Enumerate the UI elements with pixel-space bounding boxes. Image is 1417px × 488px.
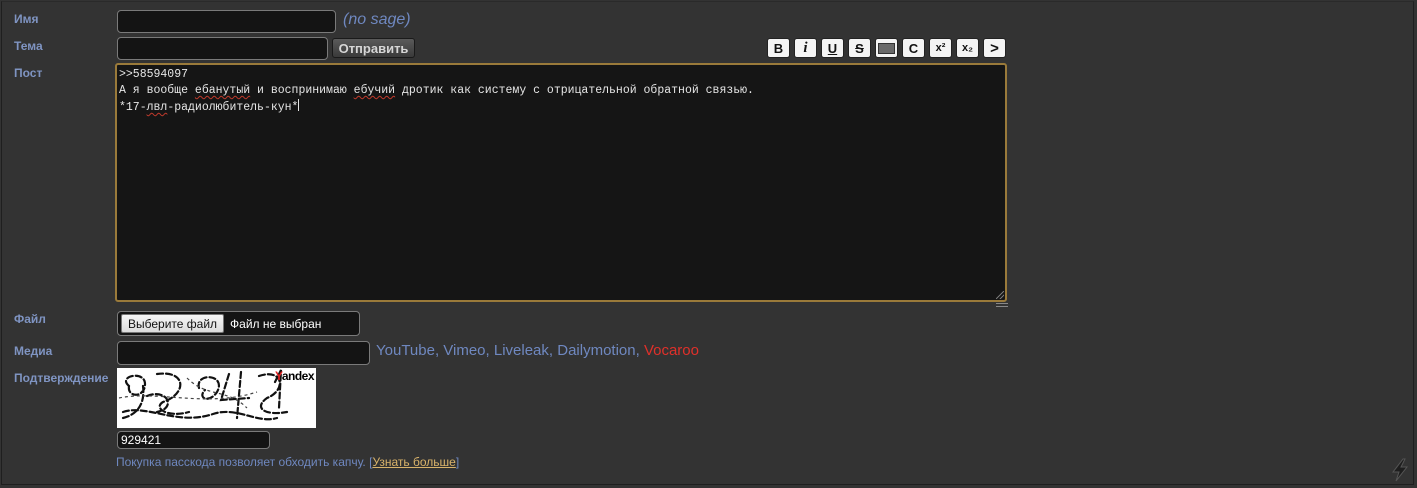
vocaroo-link[interactable]: Vocaroo — [644, 342, 699, 359]
strikethrough-icon: S — [855, 40, 864, 56]
post-text-segment: *17- — [119, 101, 147, 114]
underline-button[interactable]: U — [821, 38, 844, 58]
superscript-icon: x² — [935, 42, 946, 54]
post-text-segment: -радиолюбитель-кун* — [167, 101, 299, 114]
media-label: Медиа — [14, 344, 53, 358]
media-input[interactable] — [117, 341, 370, 365]
post-line: *17-лвл-радиолюбитель-кун* — [119, 99, 1003, 116]
send-button[interactable]: Отправить — [332, 38, 415, 58]
spoiler-icon — [878, 42, 895, 54]
superscript-button[interactable]: x² — [929, 38, 952, 58]
text-caret — [298, 99, 300, 111]
media-services-list: YouTube, Vimeo, Liveleak, Dailymotion, — [376, 342, 640, 359]
italic-icon: i — [803, 39, 808, 56]
file-status: Файл не выбран — [230, 316, 322, 331]
passcode-note-bracket: ] — [455, 455, 460, 469]
yandex-logo-y: Y — [274, 369, 282, 383]
post-line: >>58594097 — [119, 67, 1003, 83]
post-text-segment: и воспринимаю — [250, 84, 354, 97]
resize-handle[interactable] — [996, 303, 1008, 307]
learn-more-link[interactable]: Узнать больше — [372, 455, 455, 469]
bold-button[interactable]: B — [767, 38, 790, 58]
underline-icon: U — [827, 40, 838, 56]
name-input[interactable] — [117, 10, 336, 33]
name-label: Имя — [14, 12, 39, 26]
passcode-note-text: Покупка пасскода позволяет обходить капч… — [116, 455, 373, 469]
post-line: А я вообще ебанутый и воспринимаю ебучий… — [119, 83, 1003, 99]
quote-icon: > — [990, 39, 999, 57]
misspelled-word: лвл — [146, 101, 168, 114]
quote-button[interactable]: > — [983, 38, 1006, 58]
captcha-input[interactable] — [117, 431, 270, 449]
resize-grip-icon[interactable] — [996, 291, 1004, 299]
bold-icon: B — [773, 40, 784, 56]
italic-button[interactable]: i — [794, 38, 817, 58]
misspelled-word: ебучий — [353, 84, 396, 97]
captcha-brand: Yandex — [274, 369, 315, 383]
code-icon: C — [908, 40, 919, 56]
post-label: Пост — [14, 66, 43, 80]
strike-button[interactable]: S — [848, 38, 871, 58]
misspelled-word: ебанутый — [194, 84, 251, 97]
post-textarea[interactable]: >>58594097 А я вообще ебанутый и восприн… — [115, 63, 1007, 302]
choose-file-button[interactable]: Выберите файл — [121, 314, 225, 333]
post-text-segment: дротик как систему с отрицательной обрат… — [395, 84, 754, 97]
reply-link-text: >>58594097 — [119, 68, 189, 81]
spoiler-button[interactable] — [875, 38, 898, 58]
file-input[interactable]: Выберите файл Файл не выбран — [117, 311, 360, 336]
code-button[interactable]: C — [902, 38, 925, 58]
captcha-label: Подтверждение — [14, 371, 109, 385]
file-label: Файл — [14, 312, 46, 326]
subscript-button[interactable]: x₂ — [956, 38, 979, 58]
subject-input[interactable] — [117, 37, 328, 60]
captcha-image[interactable]: Yandex — [117, 368, 316, 428]
yandex-logo-text: andex — [281, 369, 315, 383]
markup-toolbar: B i U S C x² x₂ > — [767, 38, 1006, 58]
subject-label: Тема — [14, 39, 43, 53]
passcode-note: Покупка пасскода позволяет обходить капч… — [116, 455, 459, 469]
lightning-icon[interactable] — [1390, 458, 1410, 482]
post-text-segment: А я вообще — [119, 84, 195, 97]
media-services: YouTube, Vimeo, Liveleak, Dailymotion, V… — [376, 342, 699, 359]
subscript-icon: x₂ — [961, 42, 973, 54]
no-sage-hint: (no sage) — [343, 11, 411, 28]
